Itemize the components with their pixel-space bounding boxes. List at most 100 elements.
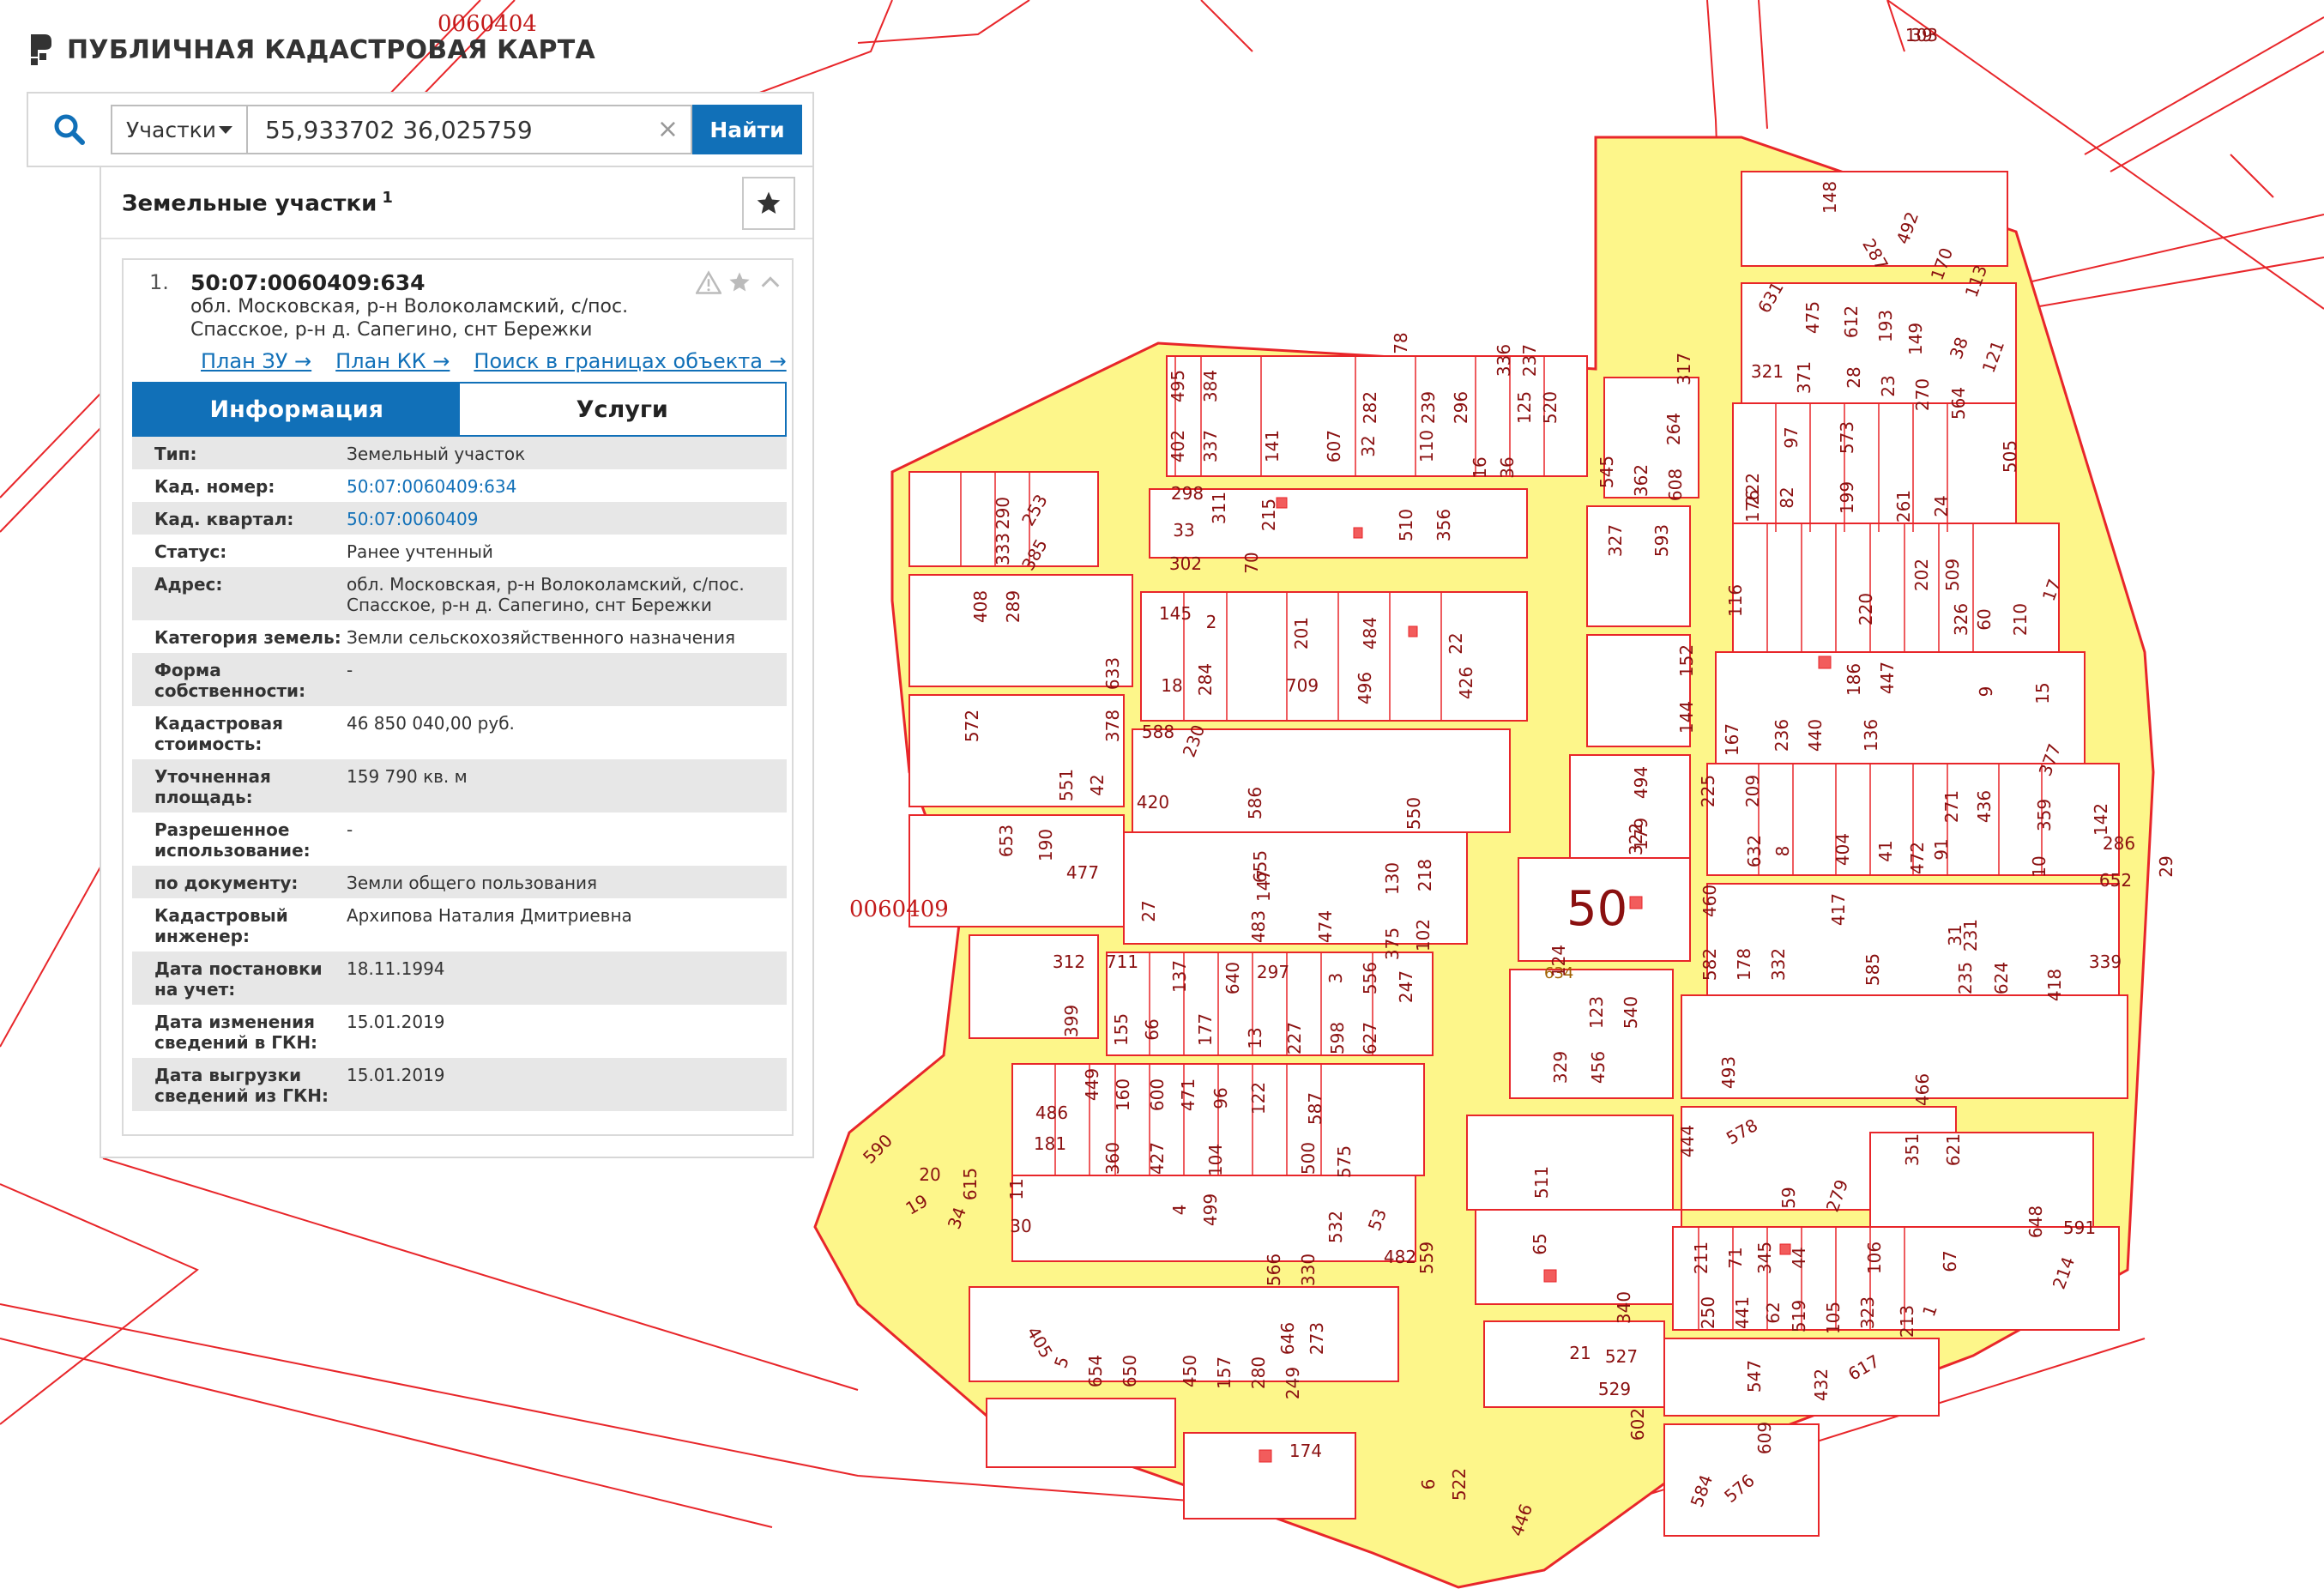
parcel-number-label[interactable]: 472 [1907, 842, 1928, 874]
parcel-number-label[interactable]: 496 [1355, 672, 1375, 704]
star-icon[interactable] [727, 270, 752, 294]
parcel-number-label[interactable]: 220 [1856, 593, 1876, 625]
parcel-number-label[interactable]: 420 [1137, 792, 1169, 813]
parcel-number-label[interactable]: 210 [2010, 603, 2031, 636]
parcel-number-label[interactable]: 65 [1530, 1233, 1550, 1254]
parcel-number-label[interactable]: 21 [1569, 1343, 1591, 1363]
parcel-number-label[interactable]: 270 [1912, 378, 1933, 411]
parcel-number-label[interactable]: 559 [1416, 1242, 1437, 1274]
parcel-number-label[interactable]: 211 [1691, 1242, 1711, 1274]
parcel-number-label[interactable]: 333 [993, 533, 1013, 565]
parcel-number-label[interactable]: 149 [1905, 323, 1926, 355]
parcel-number-label[interactable]: 426 [1456, 667, 1476, 699]
parcel-number-label[interactable]: 289 [1003, 590, 1023, 623]
parcel-number-label[interactable]: 356 [1434, 509, 1454, 541]
parcel-number-label[interactable]: 447 [1877, 662, 1898, 694]
parcel-number-label[interactable]: 190 [1035, 829, 1056, 861]
parcel-number-label[interactable]: 105 [1823, 1302, 1844, 1334]
parcel-number-label[interactable]: 323 [1857, 1296, 1878, 1329]
parcel-number-label[interactable]: 33 [1173, 520, 1194, 541]
parcel-number-label[interactable]: 505 [2000, 440, 2020, 473]
parcel-number-label[interactable]: 261 [1893, 490, 1914, 523]
parcel-number-label[interactable]: 527 [1605, 1346, 1638, 1367]
parcel-number-label[interactable]: 8 [1772, 846, 1793, 857]
parcel-number-label[interactable]: 399 [1061, 1005, 1082, 1037]
parcel-number-label[interactable]: 650 [1120, 1355, 1140, 1387]
parcel-number-label[interactable]: 495 [1168, 370, 1188, 402]
parcel-number-label[interactable]: 322 [1626, 823, 1646, 855]
parcel-number-label[interactable]: 648 [2025, 1205, 2046, 1238]
parcel-number-label[interactable]: 136 [1861, 719, 1881, 752]
parcel-number-label[interactable]: 477 [1066, 862, 1099, 883]
parcel-number-label[interactable]: 624 [1991, 962, 2012, 994]
parcel-number-label[interactable]: 450 [1180, 1355, 1200, 1387]
parcel-number-label[interactable]: 116 [1725, 584, 1746, 617]
parcel-number-label[interactable]: 123 [1586, 996, 1607, 1029]
parcel-number-label[interactable]: 441 [1732, 1296, 1753, 1329]
parcel-number-label[interactable]: 519 [1789, 1300, 1809, 1332]
parcel-number-label[interactable]: 360 [1102, 1142, 1123, 1175]
parcel-number-label[interactable]: 296 [1451, 391, 1471, 424]
parcel-number-label[interactable]: 600 [1147, 1078, 1168, 1111]
parcel-number-label[interactable]: 231 [1960, 919, 1981, 952]
parcel-number-label[interactable]: 330 [1298, 1254, 1319, 1286]
parcel-number-label[interactable]: 591 [2063, 1217, 2096, 1238]
search-type-select[interactable]: Участки [111, 105, 246, 154]
parcel-number-label[interactable]: 607 [1324, 430, 1344, 462]
parcel-number-label[interactable]: 321 [1751, 361, 1784, 382]
info-value-link[interactable]: 50:07:0060409 [347, 509, 787, 529]
parcel-number-label[interactable]: 575 [1334, 1145, 1355, 1178]
parcel-number-label[interactable]: 137 [1169, 960, 1190, 993]
parcel-number-label[interactable]: 482 [1384, 1247, 1416, 1267]
parcel-number-label[interactable]: 474 [1315, 910, 1336, 943]
parcel-number-label[interactable]: 621 [1943, 1133, 1964, 1166]
parcel-number-label[interactable]: 247 [1396, 970, 1416, 1003]
parcel-number-label[interactable]: 82 [1777, 486, 1797, 508]
parcel-number-label[interactable]: 408 [970, 590, 991, 623]
parcel-number-label[interactable]: 130 [1382, 862, 1403, 895]
parcel-number-label[interactable]: 466 [1912, 1073, 1933, 1106]
parcel-number-label[interactable]: 264 [1663, 413, 1684, 445]
parcel-number-label[interactable]: 327 [1605, 524, 1626, 557]
parcel-number-label[interactable]: 142 [2091, 803, 2111, 836]
parcel-number-label[interactable]: 167 [1722, 723, 1742, 756]
parcel-number-label[interactable]: 237 [1519, 344, 1540, 377]
parcel-number-label[interactable]: 71 [1725, 1247, 1746, 1268]
parcel-number-label[interactable]: 297 [1257, 962, 1289, 982]
parcel-number-label[interactable]: 280 [1248, 1356, 1269, 1389]
parcel-number-label[interactable]: 66 [1142, 1018, 1162, 1040]
parcel-number-label[interactable]: 540 [1621, 996, 1641, 1029]
parcel-number-label[interactable]: 157 [1214, 1356, 1234, 1389]
parcel-number-label[interactable]: 311 [1209, 492, 1229, 524]
parcel-number-label[interactable]: 564 [1948, 387, 1969, 420]
search-toggle-button[interactable] [28, 94, 111, 166]
parcel-number-label[interactable]: 124 [1548, 945, 1569, 977]
parcel-number-label[interactable]: 326 [1951, 603, 1971, 636]
parcel-number-label[interactable]: 375 [1382, 927, 1403, 960]
parcel-number-label[interactable]: 27 [1138, 900, 1159, 921]
parcel-number-label[interactable]: 152 [1676, 644, 1697, 677]
parcel-number-label[interactable]: 532 [1325, 1211, 1346, 1243]
parcel-number-label[interactable]: 529 [1598, 1379, 1631, 1399]
parcel-number-label[interactable]: 236 [1772, 719, 1792, 752]
parcel-number-label[interactable]: 209 [1742, 775, 1763, 807]
parcel-number-label[interactable]: 709 [1286, 675, 1319, 696]
parcel-number-label[interactable]: 598 [1327, 1022, 1348, 1054]
parcel-number-label[interactable]: 588 [1142, 722, 1174, 742]
parcel-number-label[interactable]: 28 [1844, 366, 1864, 388]
parcel-number-label[interactable]: 483 [1248, 910, 1269, 943]
parcel-number-label[interactable]: 609 [1754, 1422, 1775, 1454]
plan-zu-link[interactable]: План ЗУ → [201, 349, 311, 373]
parcel-number-label[interactable]: 176 [1742, 490, 1763, 523]
parcel-number-label[interactable]: 284 [1195, 663, 1216, 696]
parcel-number-label[interactable]: 654 [1085, 1355, 1106, 1387]
parcel-number-label[interactable]: 384 [1200, 370, 1221, 402]
parcel-number-label[interactable]: 362 [1631, 464, 1651, 497]
parcel-number-label[interactable]: 122 [1248, 1082, 1269, 1115]
parcel-number-label[interactable]: 449 [1082, 1068, 1102, 1101]
parcel-number-label[interactable]: 520 [1540, 391, 1560, 424]
tab-services[interactable]: Услуги [459, 384, 785, 435]
parcel-number-label[interactable]: 499 [1200, 1193, 1221, 1226]
parcel-number-label[interactable]: 345 [1754, 1242, 1775, 1274]
parcel-number-label[interactable]: 62 [1763, 1302, 1784, 1323]
